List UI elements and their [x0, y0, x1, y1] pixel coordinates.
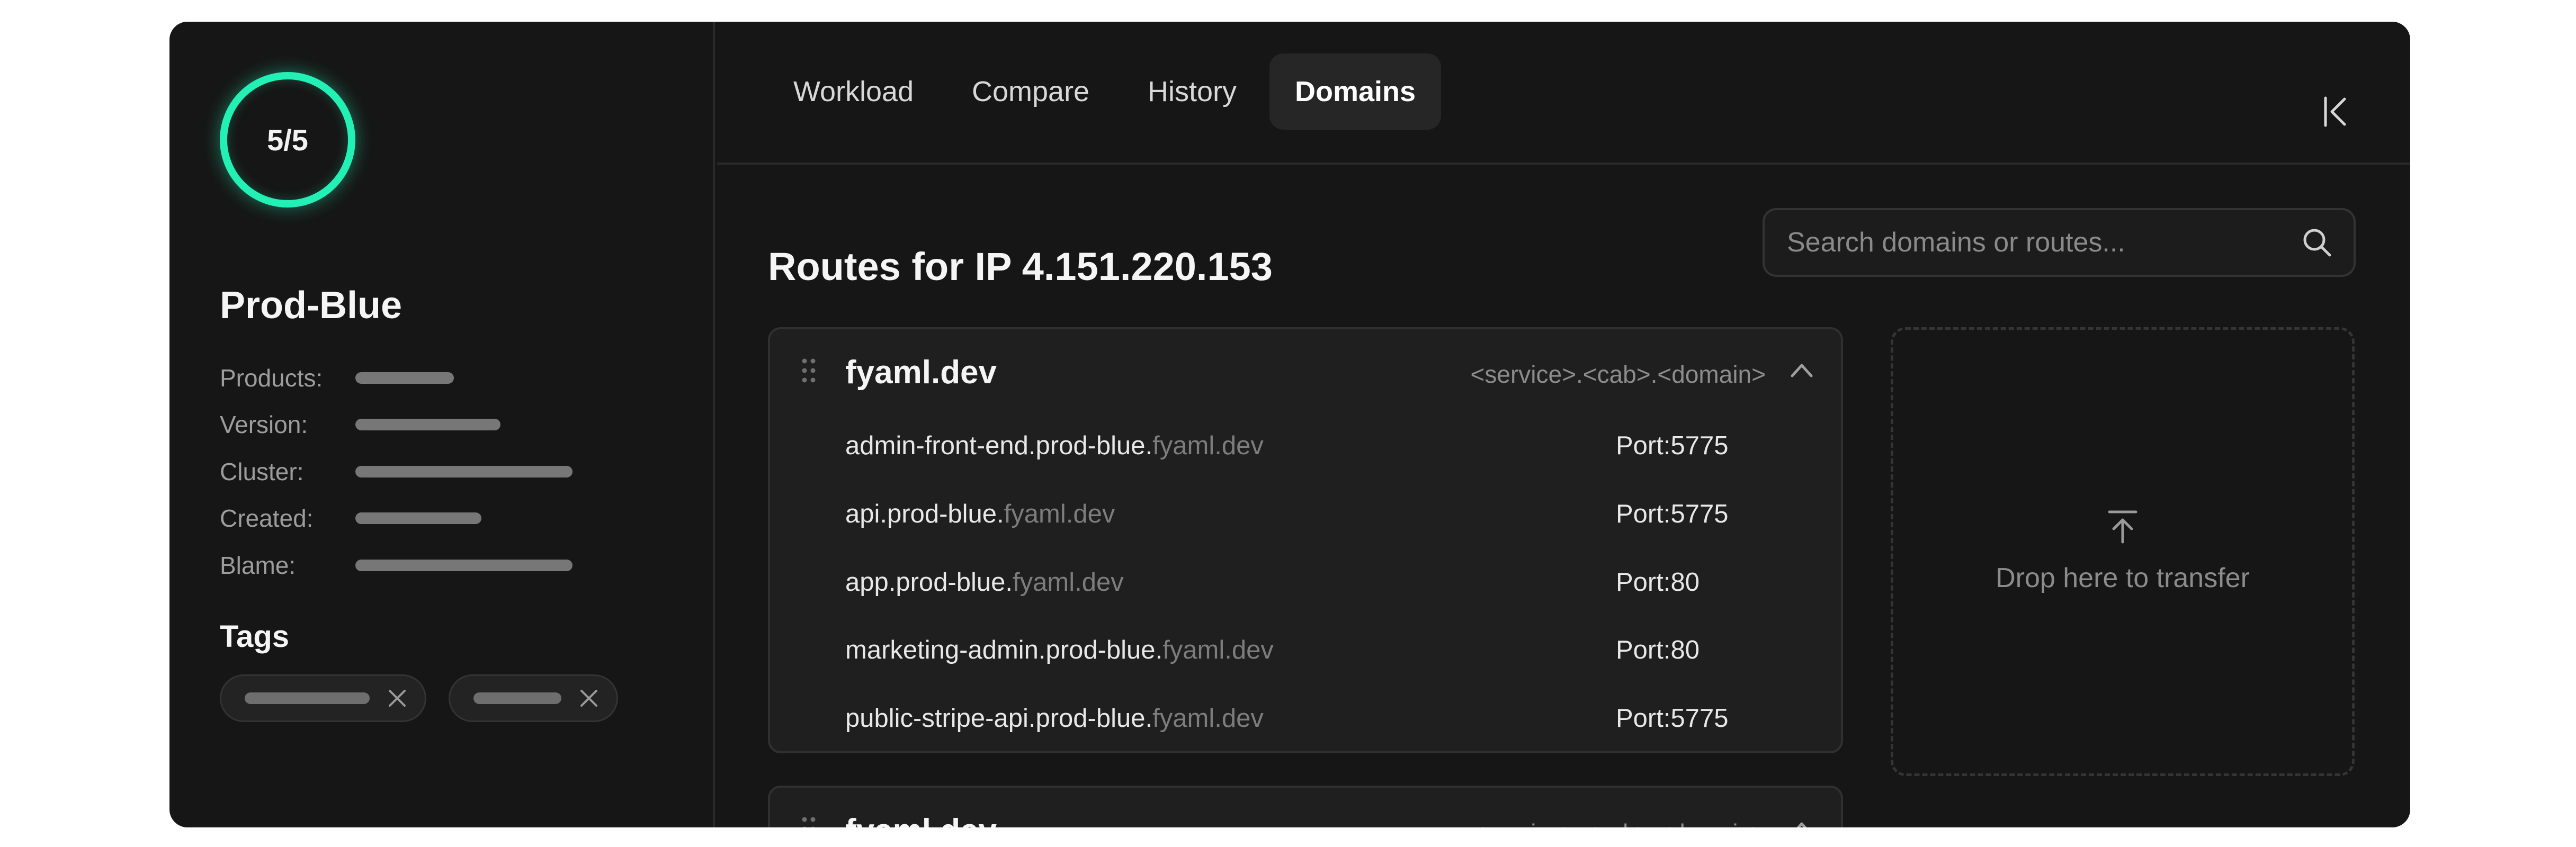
route-host: marketing-admin.prod-blue.fyaml.dev	[845, 636, 1274, 664]
meta-label: Products:	[220, 364, 323, 392]
remove-tag-icon[interactable]	[579, 689, 598, 708]
dropzone-label: Drop here to transfer	[1996, 563, 2250, 593]
main-panel: Workload Compare History Domains Routes …	[717, 22, 2410, 827]
search-box	[1763, 208, 2356, 277]
search-icon[interactable]	[2302, 227, 2332, 258]
route-pattern: <service>.<cab>.<domain>	[1470, 361, 1766, 388]
app-window: 5/5 Prod-Blue Products: Version: Cluster…	[169, 22, 2410, 827]
domain-group-name: fyaml.dev	[845, 354, 997, 391]
upload-icon	[2108, 510, 2137, 544]
remove-tag-icon[interactable]	[388, 689, 407, 708]
route-host: public-stripe-api.prod-blue.fyaml.dev	[845, 704, 1264, 733]
domain-group: fyaml.dev <service>.<cab>.<domain> admin…	[768, 327, 1843, 753]
tab-compare[interactable]: Compare	[946, 53, 1115, 130]
transfer-dropzone[interactable]: Drop here to transfer	[1891, 327, 2355, 776]
tab-bar: Workload Compare History Domains	[717, 22, 2410, 165]
meta-value-placeholder	[355, 372, 454, 384]
collapse-sidebar-icon[interactable]	[2322, 96, 2348, 128]
page-title: Routes for IP 4.151.220.153	[768, 245, 1273, 289]
progress-label: 5/5	[267, 123, 308, 157]
tab-workload[interactable]: Workload	[768, 53, 939, 130]
meta-row-products: Products:	[220, 362, 454, 394]
tags-heading: Tags	[220, 619, 290, 654]
route-port: Port:5775	[1616, 704, 1729, 733]
drag-handle-icon[interactable]	[801, 816, 817, 827]
meta-label: Blame:	[220, 552, 296, 579]
route-port: Port:5775	[1616, 500, 1729, 528]
route-port: Port:80	[1616, 568, 1700, 597]
chevron-up-icon[interactable]	[1790, 362, 1813, 378]
meta-label: Cluster:	[220, 458, 304, 485]
search-input[interactable]	[1787, 227, 2302, 258]
meta-row-blame: Blame:	[220, 549, 573, 581]
environment-sidebar: 5/5 Prod-Blue Products: Version: Cluster…	[169, 22, 715, 827]
tag-label-placeholder	[473, 692, 561, 704]
domain-group-header[interactable]: fyaml.dev <service>.<cab>.<domain>	[770, 329, 1841, 414]
meta-row-cluster: Cluster:	[220, 456, 573, 488]
progress-ring: 5/5	[220, 72, 355, 208]
route-row[interactable]: api.prod-blue.fyaml.dev Port:5775	[845, 488, 1841, 540]
meta-row-created: Created:	[220, 502, 481, 534]
environment-name: Prod-Blue	[220, 284, 402, 327]
domain-group-header[interactable]: fyaml.dev <service>.<cab>.<domain>	[770, 788, 1841, 827]
tag-chip	[449, 674, 618, 722]
drag-handle-icon[interactable]	[801, 358, 817, 383]
route-row[interactable]: marketing-admin.prod-blue.fyaml.dev Port…	[845, 624, 1841, 677]
route-port: Port:80	[1616, 636, 1700, 664]
meta-label: Version:	[220, 411, 308, 438]
tab-history[interactable]: History	[1122, 53, 1262, 130]
tab-domains[interactable]: Domains	[1269, 53, 1442, 130]
domain-group: fyaml.dev <service>.<cab>.<domain>	[768, 786, 1843, 827]
meta-value-placeholder	[355, 419, 500, 430]
route-host: app.prod-blue.fyaml.dev	[845, 568, 1124, 597]
meta-value-placeholder	[355, 512, 481, 524]
route-port: Port:5775	[1616, 431, 1729, 460]
route-host: admin-front-end.prod-blue.fyaml.dev	[845, 431, 1264, 460]
meta-value-placeholder	[355, 560, 573, 571]
meta-label: Created:	[220, 504, 314, 532]
domain-group-name: fyaml.dev	[845, 812, 997, 827]
chevron-up-icon[interactable]	[1790, 821, 1813, 827]
tag-chip	[220, 674, 426, 722]
meta-row-version: Version:	[220, 409, 500, 440]
route-pattern: <service>.<cab>.<domain>	[1471, 818, 1766, 827]
tag-label-placeholder	[245, 692, 370, 704]
route-row[interactable]: app.prod-blue.fyaml.dev Port:80	[845, 556, 1841, 609]
route-row[interactable]: public-stripe-api.prod-blue.fyaml.dev Po…	[845, 692, 1841, 745]
meta-value-placeholder	[355, 466, 573, 477]
route-row[interactable]: admin-front-end.prod-blue.fyaml.dev Port…	[845, 419, 1841, 472]
route-host: api.prod-blue.fyaml.dev	[845, 500, 1115, 528]
